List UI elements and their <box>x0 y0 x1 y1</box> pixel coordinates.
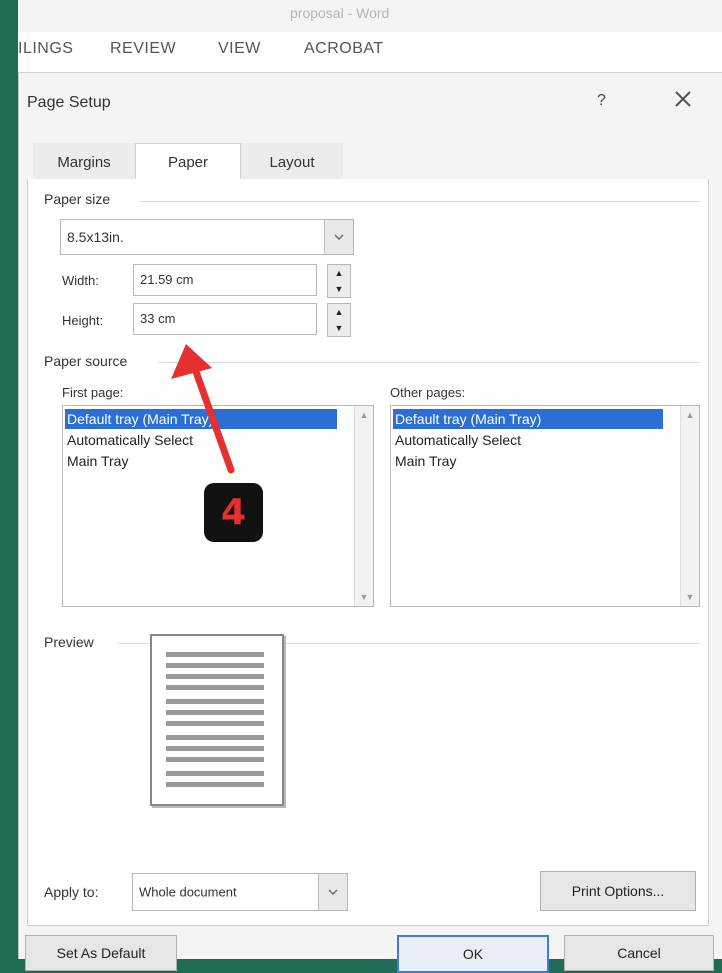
preview-text-line <box>166 674 264 679</box>
width-input[interactable]: 21.59 cm <box>133 264 317 296</box>
scrollbar[interactable]: ▲ ▼ <box>354 406 373 606</box>
tab-layout-label: Layout <box>269 153 315 171</box>
step-number: 4 <box>220 492 247 533</box>
paper-size-value: 8.5x13in. <box>67 229 124 245</box>
cancel-button[interactable]: Cancel <box>564 935 714 971</box>
paper-source-label: Paper source <box>44 353 128 369</box>
preview-text-line <box>166 685 264 690</box>
scrollbar[interactable]: ▲ ▼ <box>680 406 699 606</box>
tab-paper-label: Paper <box>167 154 209 171</box>
ribbon-tab-mailings[interactable]: ILINGS <box>18 40 73 58</box>
window-title: proposal - Word <box>290 5 390 21</box>
preview-text-line <box>166 771 264 776</box>
chevron-down-icon[interactable] <box>318 874 347 910</box>
paper-size-label: Paper size <box>44 191 111 207</box>
list-item[interactable]: Default tray (Main Tray) <box>65 409 337 429</box>
width-label: Width: <box>62 273 99 288</box>
dialog-title: Page Setup <box>27 94 111 111</box>
spin-down-icon[interactable]: ▼ <box>328 281 350 297</box>
page-preview <box>150 634 284 806</box>
ribbon-tab-acrobat[interactable]: ACROBAT <box>304 40 384 58</box>
page-setup-dialog: Page Setup ? Margins Paper Layout Paper … <box>18 73 722 973</box>
close-icon[interactable] <box>671 87 695 111</box>
paper-tab-panel: Paper size 8.5x13in. Width: 21.59 cm ▲ ▼… <box>27 179 709 926</box>
paper-source-divider <box>158 362 700 363</box>
ribbon-tabs: ILINGS REVIEW VIEW ACROBAT <box>18 32 722 73</box>
list-item[interactable]: Default tray (Main Tray) <box>393 409 663 429</box>
preview-text-line <box>166 710 264 715</box>
preview-text-line <box>166 757 264 762</box>
height-stepper[interactable]: ▲ ▼ <box>327 303 351 337</box>
other-pages-label: Other pages: <box>390 385 466 400</box>
first-page-label: First page: <box>62 385 124 400</box>
paper-size-divider <box>140 201 700 202</box>
spin-up-icon[interactable]: ▲ <box>328 304 350 320</box>
scroll-down-icon[interactable]: ▼ <box>681 592 699 602</box>
preview-text-line <box>166 782 264 787</box>
step-number-badge: 4 <box>204 483 263 542</box>
other-pages-list[interactable]: Default tray (Main Tray) Automatically S… <box>390 405 700 607</box>
list-item[interactable]: Automatically Select <box>393 430 521 450</box>
preview-text-line <box>166 652 264 657</box>
list-item[interactable]: Automatically Select <box>65 430 193 450</box>
apply-to-select[interactable]: Whole document <box>132 873 348 911</box>
tab-layout[interactable]: Layout <box>241 143 343 181</box>
ribbon-tab-review[interactable]: REVIEW <box>110 40 176 58</box>
preview-text-line <box>166 663 264 668</box>
chevron-down-icon[interactable] <box>324 220 353 254</box>
scroll-up-icon[interactable]: ▲ <box>355 410 373 420</box>
set-as-default-button[interactable]: Set As Default <box>25 935 177 971</box>
preview-text-line <box>166 721 264 726</box>
ok-button[interactable]: OK <box>397 935 549 973</box>
height-input[interactable]: 33 cm <box>133 303 317 335</box>
spin-up-icon[interactable]: ▲ <box>328 265 350 281</box>
paper-size-select[interactable]: 8.5x13in. <box>60 219 354 255</box>
tab-margins[interactable]: Margins <box>33 143 135 181</box>
apply-to-label: Apply to: <box>44 884 99 900</box>
scroll-up-icon[interactable]: ▲ <box>681 410 699 420</box>
scroll-down-icon[interactable]: ▼ <box>355 592 373 602</box>
print-options-button[interactable]: Print Options... <box>540 871 696 911</box>
list-item[interactable]: Main Tray <box>65 451 128 471</box>
window-titlebar: proposal - Word <box>18 0 722 32</box>
spin-down-icon[interactable]: ▼ <box>328 320 350 336</box>
preview-text-line <box>166 699 264 704</box>
width-stepper[interactable]: ▲ ▼ <box>327 264 351 298</box>
height-label: Height: <box>62 313 104 328</box>
preview-text-line <box>166 746 264 751</box>
list-item[interactable]: Main Tray <box>393 451 456 471</box>
apply-to-value: Whole document <box>139 884 237 900</box>
preview-text-line <box>166 735 264 740</box>
preview-label: Preview <box>44 634 94 650</box>
ribbon-tab-view[interactable]: VIEW <box>218 40 261 58</box>
help-button[interactable]: ? <box>597 92 606 110</box>
tab-margins-label: Margins <box>57 153 111 171</box>
tab-paper[interactable]: Paper <box>135 143 241 181</box>
